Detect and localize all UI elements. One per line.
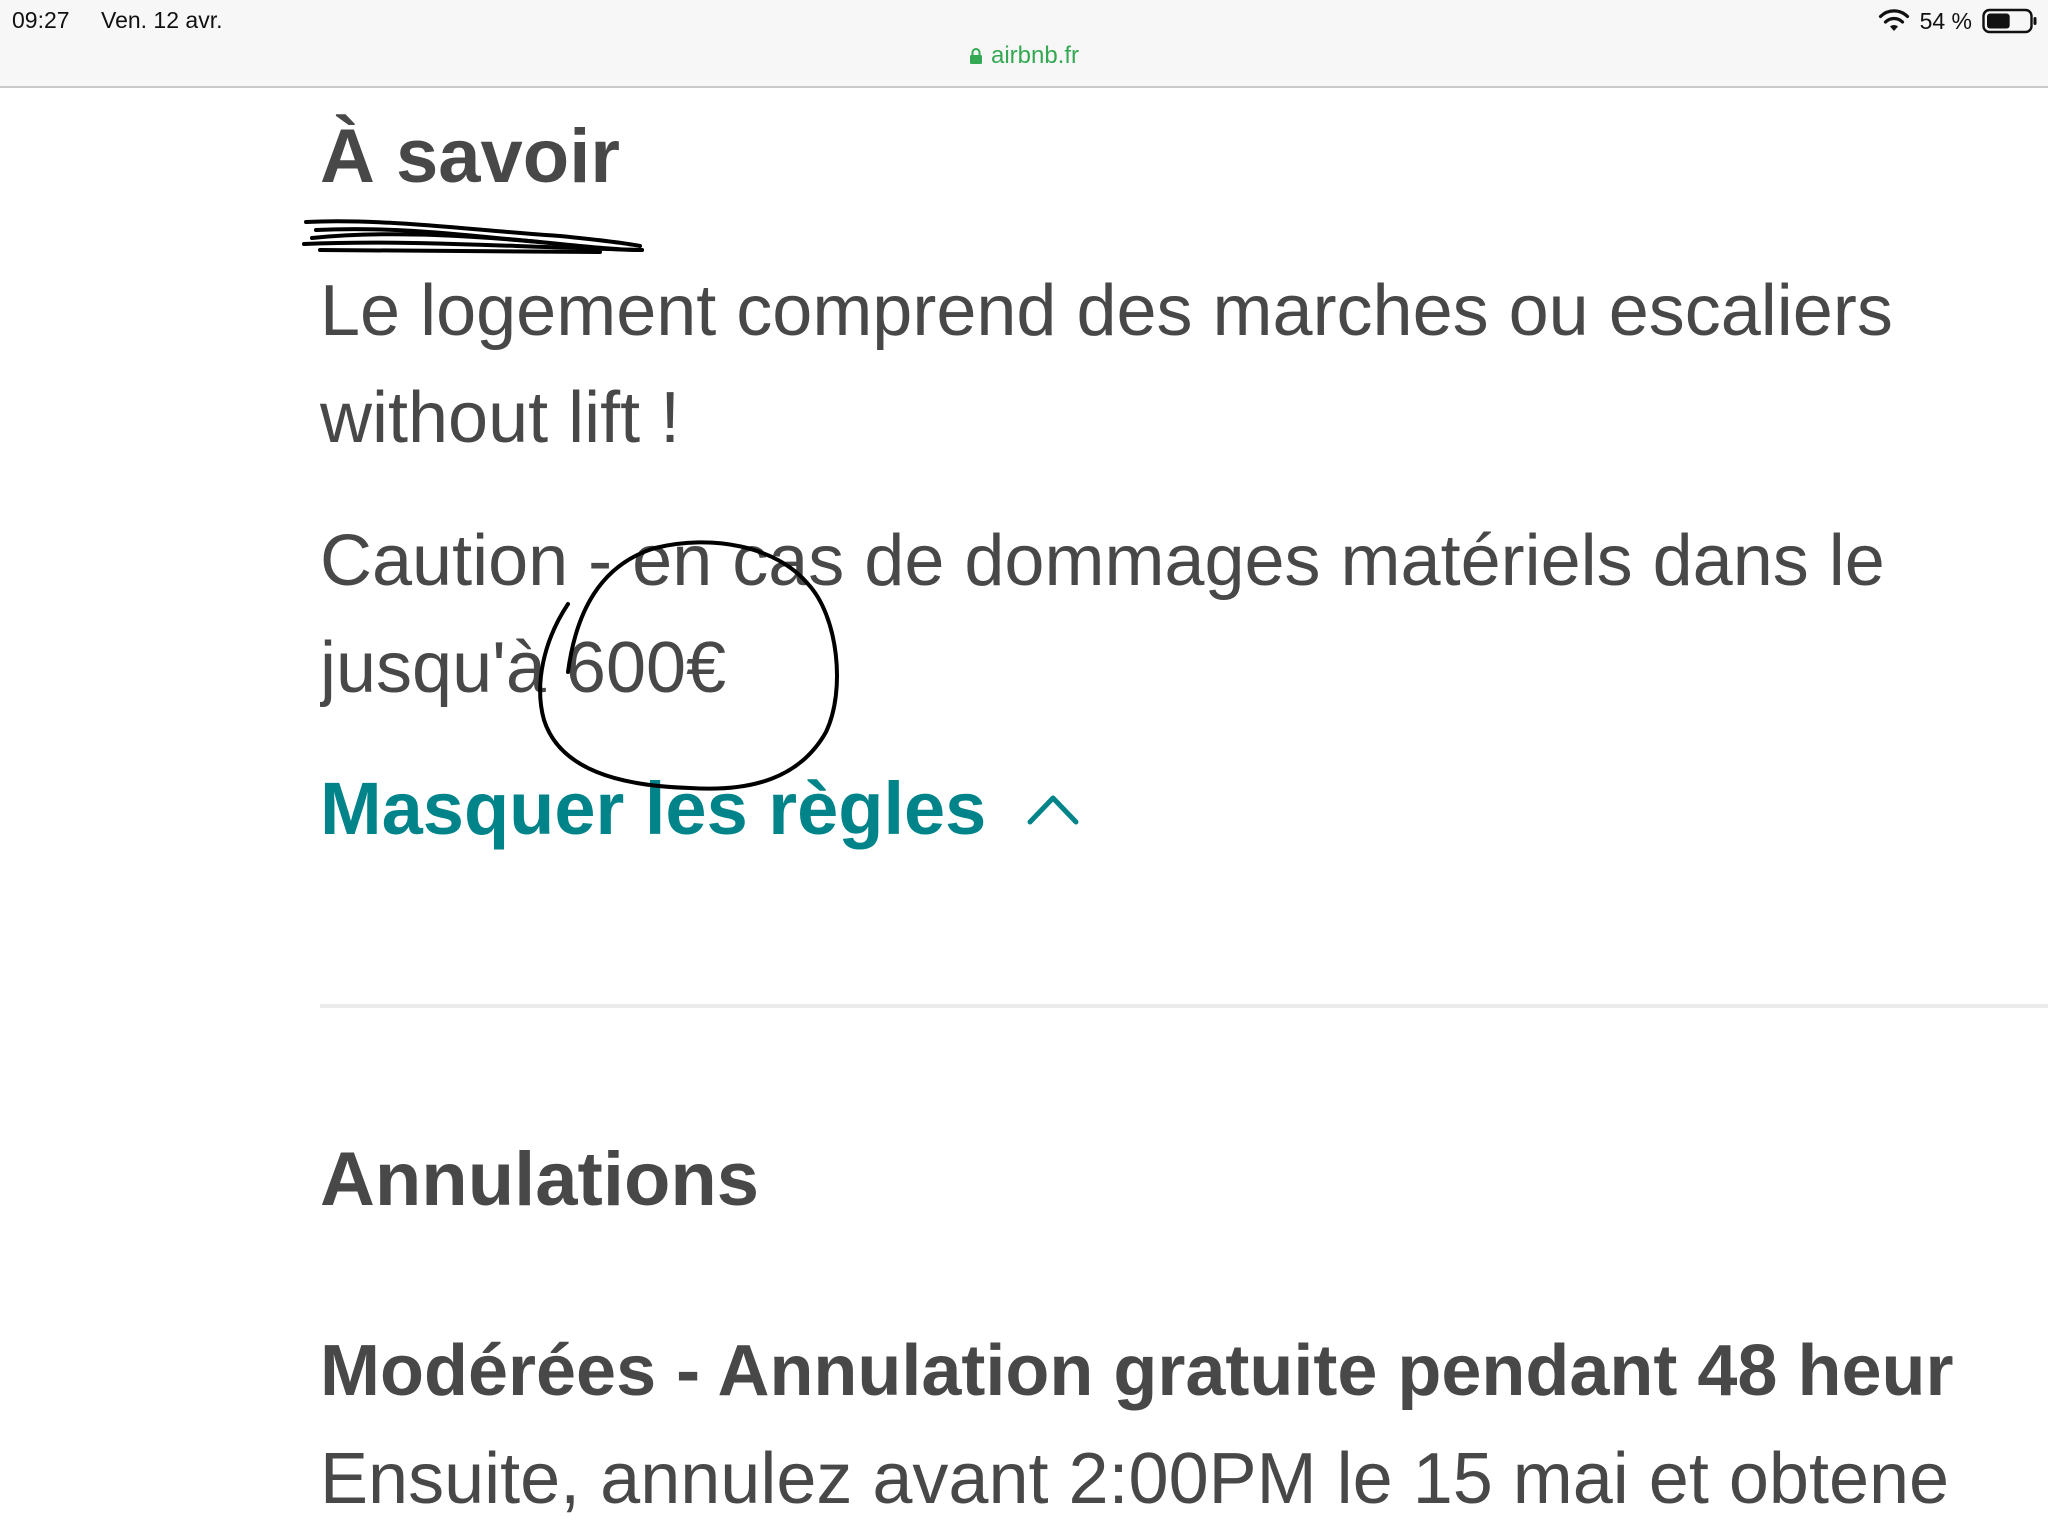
deposit-rule: Caution - en cas de dommages matériels d…	[320, 521, 1885, 601]
wifi-icon	[1878, 9, 1909, 31]
chevron-up-icon	[1027, 795, 1079, 824]
house-rule-stairs: Le logement comprend des marches ou esca…	[320, 271, 1893, 351]
battery-icon	[1982, 8, 2037, 34]
hide-rules-label: Masquer les règles	[320, 767, 987, 850]
status-date: Ven. 12 avr.	[101, 7, 223, 33]
things-to-know-title: À savoir	[320, 114, 620, 199]
url-text: airbnb.fr	[990, 42, 1080, 69]
house-rule-no-lift: without lift !	[320, 378, 681, 458]
battery-percent: 54 %	[1919, 7, 1972, 34]
deposit-amount: jusqu'à 600€	[320, 628, 727, 708]
cancellation-policy-text: Ensuite, annulez avant 2:00PM le 15 mai …	[320, 1439, 1950, 1519]
listing-content: À savoir Le logement comprend des marche…	[320, 86, 2048, 1536]
status-time: 09:27	[12, 7, 70, 33]
cancellations-title: Annulations	[320, 1137, 760, 1222]
browser-top-bar: 09:27 Ven. 12 avr. 54 % airbnb.fr	[0, 0, 2048, 88]
address-bar[interactable]: airbnb.fr	[0, 40, 2048, 72]
status-right-group: 54 %	[1878, 5, 2038, 37]
hide-rules-button[interactable]: Masquer les règles	[320, 766, 1080, 851]
cancellation-policy-title: Modérées - Annulation gratuite pendant 4…	[320, 1331, 1954, 1411]
section-divider	[320, 1004, 2048, 1008]
lock-icon	[969, 48, 982, 64]
